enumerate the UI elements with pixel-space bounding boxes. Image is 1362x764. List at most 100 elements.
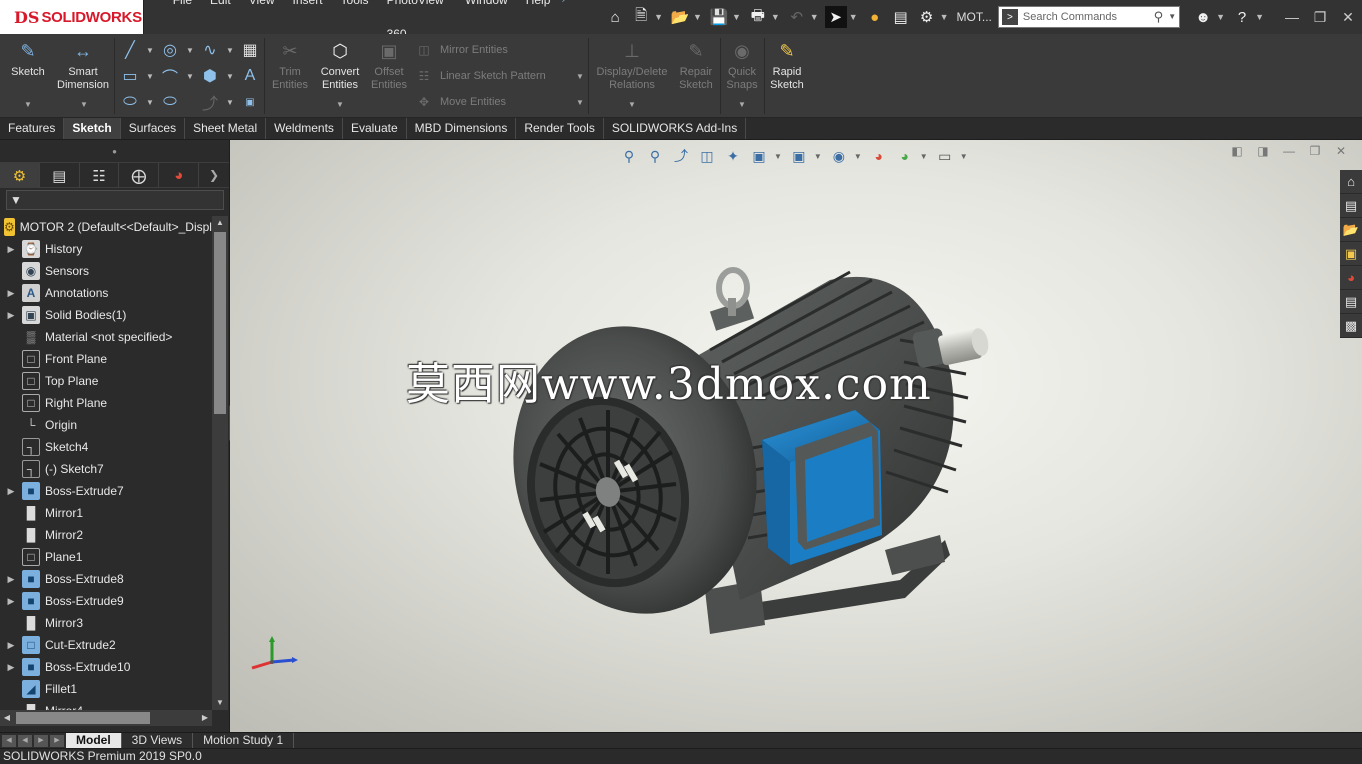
rectangle-icon[interactable]: ▭	[120, 66, 140, 86]
new-dropdown-icon[interactable]: ▼	[654, 12, 663, 22]
scroll-up-icon[interactable]: ▲	[212, 216, 228, 230]
magnifier-icon[interactable]: ⚲	[1154, 9, 1164, 25]
tree-item[interactable]: ▐▌Mirror4	[0, 700, 212, 710]
expand-arrow-icon[interactable]: ▶	[0, 640, 22, 651]
new-document-icon[interactable]: 🗎	[630, 6, 652, 28]
user-dropdown-icon[interactable]: ▼	[1216, 12, 1225, 22]
property-manager-tab-icon[interactable]: ▤	[40, 163, 80, 188]
tree-item[interactable]: ◉ Sensors	[0, 260, 212, 282]
hscroll-thumb[interactable]	[16, 712, 150, 724]
convert-dropdown-icon[interactable]: ▼	[336, 100, 344, 109]
tab-sheet-metal[interactable]: Sheet Metal	[185, 118, 267, 139]
graphics-area[interactable]: ⚲ ⚲ ⤴ ◫ ✦ ▣ ▼ ▣ ▼ ◉ ▼ ◕ ◕ ▼ ▭ ▼ ◧ ◨ — ❐ ✕ ⌂ ▤…	[230, 140, 1362, 732]
tab-3d-views[interactable]: 3D Views	[122, 733, 194, 748]
hide-show-dropdown-icon[interactable]: ▼	[854, 152, 862, 161]
tree-filter-input[interactable]: ▼	[6, 190, 224, 210]
viewport-minimize-button[interactable]: —	[1276, 144, 1302, 158]
search-input[interactable]	[1022, 11, 1163, 23]
solidworks-forum-icon[interactable]: ▩	[1340, 314, 1362, 338]
user-icon[interactable]: ☻	[1192, 6, 1214, 28]
viewport-tile-left-icon[interactable]: ◧	[1224, 144, 1250, 158]
view-palette-icon[interactable]: ▣	[1340, 242, 1362, 266]
view-orientation-dropdown-icon[interactable]: ▼	[774, 152, 782, 161]
text-icon[interactable]: A	[240, 66, 260, 86]
dynamic-annotation-icon[interactable]: ✦	[722, 146, 744, 166]
tree-item[interactable]: ▶ ⌚ History	[0, 238, 212, 260]
scroll-right-icon[interactable]: ▶	[198, 710, 212, 726]
save-dropdown-icon[interactable]: ▼	[732, 12, 741, 22]
convert-entities-button[interactable]: ⬡ Convert Entities	[316, 38, 364, 92]
grid-icon[interactable]: ▦	[240, 40, 260, 60]
edit-appearance-icon[interactable]: ◕	[868, 146, 890, 166]
first-tab-icon[interactable]: ◀	[2, 734, 16, 747]
view-settings-icon[interactable]: ▭	[934, 146, 956, 166]
sketch-button[interactable]: ✎ Sketch	[6, 38, 50, 79]
section-view-icon[interactable]: ◫	[696, 146, 718, 166]
trim-entities-button[interactable]: ✂ Trim Entities	[268, 38, 312, 92]
help-icon[interactable]: ?	[1231, 6, 1253, 28]
expand-arrow-icon[interactable]: ▶	[0, 288, 22, 299]
plane-sketch-icon[interactable]: ▣	[240, 92, 260, 112]
solidworks-resources-icon[interactable]: ⌂	[1340, 170, 1362, 194]
tab-model[interactable]: Model	[66, 733, 122, 748]
fillet-sketch-icon[interactable]: ⤴	[200, 92, 220, 113]
select-dropdown-icon[interactable]: ▼	[849, 12, 858, 22]
fillet-dropdown-icon[interactable]: ▼	[226, 98, 234, 107]
options-gear-icon[interactable]: ⚙	[916, 6, 938, 28]
configuration-manager-tab-icon[interactable]: ☷	[80, 163, 120, 188]
custom-properties-icon[interactable]: ▤	[1340, 290, 1362, 314]
tree-item[interactable]: ▶ ▣ Solid Bodies(1)	[0, 304, 212, 326]
tree-item[interactable]: ▐▌ Mirror2	[0, 524, 212, 546]
sketch-dropdown-icon[interactable]: ▼	[24, 100, 32, 109]
slot-dropdown-icon[interactable]: ▼	[146, 98, 154, 107]
polygon-icon[interactable]: ⬢	[200, 66, 220, 86]
traffic-light-icon[interactable]: ●	[864, 6, 886, 28]
relations-dropdown-icon[interactable]: ▼	[628, 100, 636, 109]
dimxpert-manager-tab-icon[interactable]: ⨁	[119, 163, 160, 188]
solidworks-logo[interactable]: DS SOLIDWORKS	[0, 0, 144, 34]
move-entities-button[interactable]: ✥ Move Entities	[416, 94, 506, 110]
line-dropdown-icon[interactable]: ▼	[146, 46, 154, 55]
mirror-entities-button[interactable]: ◫ Mirror Entities	[416, 42, 508, 58]
tab-weldments[interactable]: Weldments	[266, 118, 343, 139]
tab-mbd-dimensions[interactable]: MBD Dimensions	[407, 118, 517, 139]
circle-dropdown-icon[interactable]: ▼	[186, 46, 194, 55]
help-dropdown-icon[interactable]: ▼	[1255, 12, 1264, 22]
minimize-button[interactable]: —	[1278, 9, 1306, 26]
tab-sketch[interactable]: Sketch	[64, 118, 121, 139]
display-manager-tab-icon[interactable]: ◕	[159, 163, 200, 188]
slot-icon[interactable]: ⬭	[120, 92, 140, 112]
expand-arrow-icon[interactable]: ▶	[0, 662, 22, 673]
tree-item[interactable]: ▶ □ Cut-Extrude2	[0, 634, 212, 656]
tree-item[interactable]: ▶ ■ Boss-Extrude9	[0, 590, 212, 612]
tree-vertical-scrollbar[interactable]: ▲ ▼	[212, 216, 228, 710]
zoom-to-area-icon[interactable]: ⚲	[644, 146, 666, 166]
display-style-dropdown-icon[interactable]: ▼	[814, 152, 822, 161]
options-dropdown-icon[interactable]: ▼	[940, 12, 949, 22]
expand-arrow-icon[interactable]: ▶	[0, 486, 22, 497]
close-button[interactable]: ✕	[1334, 9, 1362, 26]
tree-item[interactable]: □ Right Plane	[0, 392, 212, 414]
tree-item[interactable]: ▶ A Annotations	[0, 282, 212, 304]
next-tab-icon[interactable]: ▶	[34, 734, 48, 747]
zoom-to-fit-icon[interactable]: ⚲	[618, 146, 640, 166]
feature-manager-tab-icon[interactable]: ⚙	[0, 163, 40, 188]
apply-scene-dropdown-icon[interactable]: ▼	[920, 152, 928, 161]
expand-arrow-icon[interactable]: ▶	[0, 244, 22, 255]
ellipse-icon[interactable]: ⬭	[160, 92, 180, 112]
tree-item[interactable]: □ Top Plane	[0, 370, 212, 392]
tree-item[interactable]: ┐ (-) Sketch7	[0, 458, 212, 480]
file-explorer-icon[interactable]: 📂	[1340, 218, 1362, 242]
tree-item[interactable]: └ Origin	[0, 414, 212, 436]
rectangle-dropdown-icon[interactable]: ▼	[146, 72, 154, 81]
expand-arrow-icon[interactable]: ▶	[0, 596, 22, 607]
undo-dropdown-icon[interactable]: ▼	[810, 12, 819, 22]
design-library-icon[interactable]: ▤	[1340, 194, 1362, 218]
file-properties-icon[interactable]: ▤	[890, 6, 912, 28]
print-dropdown-icon[interactable]: ▼	[771, 12, 780, 22]
tab-render-tools[interactable]: Render Tools	[516, 118, 604, 139]
previous-view-icon[interactable]: ⤴	[670, 146, 692, 166]
offset-entities-button[interactable]: ▣ Offset Entities	[368, 38, 410, 92]
open-icon[interactable]: 📂	[669, 6, 691, 28]
linear-sketch-pattern-button[interactable]: ☷ Linear Sketch Pattern	[416, 68, 546, 84]
